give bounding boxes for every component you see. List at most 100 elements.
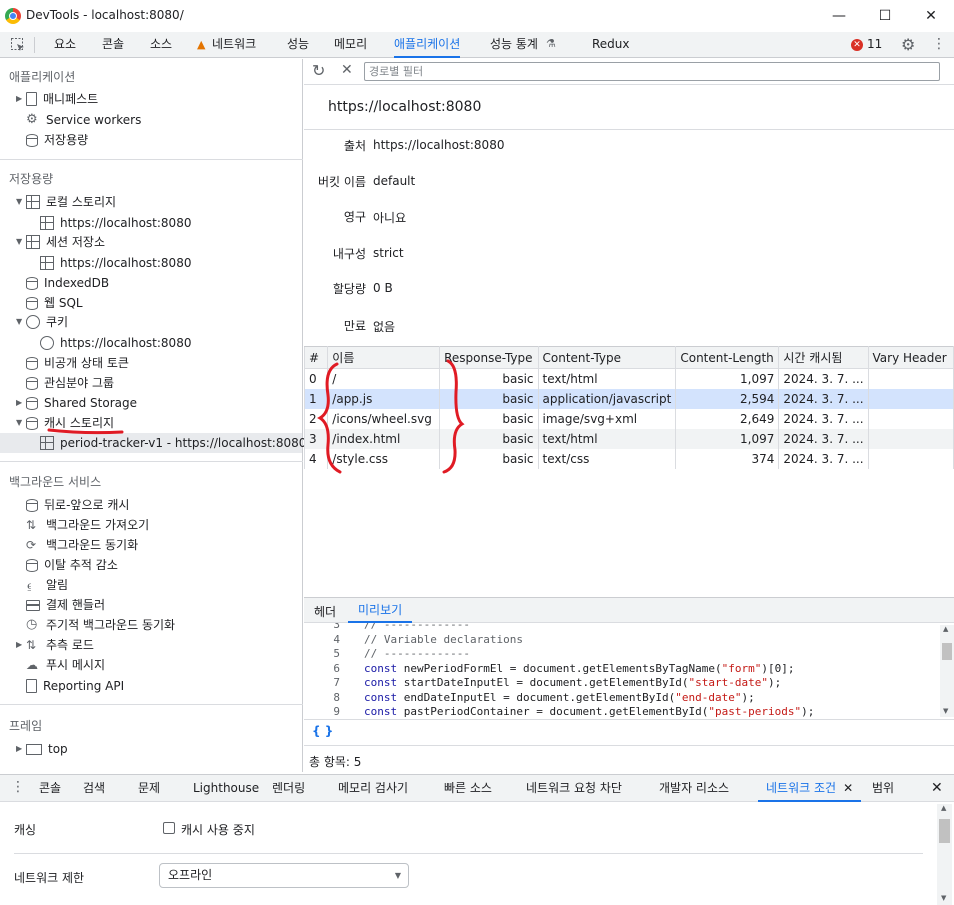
table-row[interactable]: 2/icons/wheel.svg basic image/svg+xml 2,649…	[303, 408, 954, 429]
sidebar-item-local-storage[interactable]: ▼ 로컬 스토리지	[16, 193, 116, 211]
tab-redux[interactable]: Redux	[592, 32, 630, 58]
drawer-tab-search[interactable]: 검색	[83, 775, 105, 802]
filter-by-path-input[interactable]: 경로별 필터	[364, 62, 940, 81]
close-drawer-icon[interactable]: ✕	[931, 780, 943, 796]
sidebar-item-notifications[interactable]: ⍷ 알림	[26, 576, 68, 594]
sidebar-item-websql[interactable]: 웹 SQL	[26, 294, 83, 312]
tab-application[interactable]: 애플리케이션	[394, 32, 461, 58]
scroll-up-icon[interactable]: ▲	[943, 625, 948, 633]
more-options-icon[interactable]: ⋮	[932, 36, 946, 52]
tab-performance[interactable]: 성능	[287, 32, 309, 58]
tab-headers[interactable]: 헤더	[314, 603, 336, 620]
drawer-tab-console[interactable]: 콘솔	[39, 775, 61, 802]
column-header-response-type[interactable]: Response-Type	[439, 346, 539, 369]
column-header-index[interactable]: #	[303, 346, 329, 369]
network-throttling-select[interactable]: 오프라인 ▼	[159, 863, 409, 888]
sidebar-item-private-state-tokens[interactable]: 비공개 상태 토큰	[26, 354, 129, 372]
drawer-tab-developer-resources[interactable]: 개발자 리소스	[659, 775, 729, 802]
tab-network[interactable]: 네트워크	[212, 32, 256, 58]
scroll-down-icon[interactable]: ▼	[943, 707, 948, 715]
table-row[interactable]: 4/style.css basic text/css 374 2024. 3. 7. .…	[303, 448, 954, 469]
sidebar-item-reporting-api[interactable]: Reporting API	[26, 677, 124, 695]
drawer-tab-coverage[interactable]: 범위	[872, 775, 894, 802]
drawer-tab-network-request-blocking[interactable]: 네트워크 요청 차단	[526, 775, 622, 802]
code-scrollbar[interactable]: ▲ ▼	[940, 625, 954, 717]
sidebar-item-manifest[interactable]: ▶ 매니페스트	[16, 90, 98, 108]
tab-elements[interactable]: 요소	[54, 32, 76, 58]
sidebar-item-shared-storage[interactable]: ▶ Shared Storage	[16, 394, 137, 412]
column-header-content-length[interactable]: Content-Length	[675, 346, 780, 369]
collapse-arrow-icon[interactable]: ▼	[16, 313, 26, 331]
sidebar-item-bfcache[interactable]: 뒤로-앞으로 캐시	[26, 496, 129, 514]
expand-arrow-icon[interactable]: ▶	[16, 394, 26, 412]
tab-console[interactable]: 콘솔	[102, 32, 124, 58]
collapse-arrow-icon[interactable]: ▼	[16, 414, 26, 432]
sidebar-item-bounce-tracking[interactable]: 이탈 추적 감소	[26, 556, 118, 574]
drawer-tab-quick-source[interactable]: 빠른 소스	[444, 775, 492, 802]
sidebar-item-indexeddb[interactable]: IndexedDB	[26, 274, 109, 292]
drawer-tab-lighthouse[interactable]: Lighthouse	[193, 775, 259, 802]
sidebar-item-cache-storage[interactable]: ▼ 캐시 스토리지	[16, 414, 114, 432]
warning-icon: ▲	[197, 38, 206, 51]
drawer-tab-issues[interactable]: 문제	[138, 775, 160, 802]
sidebar-item-payment-handler[interactable]: 결제 핸들러	[26, 596, 105, 614]
error-icon[interactable]: ✕	[851, 39, 863, 51]
panel-scrollbar[interactable]: ▲ ▼	[937, 804, 952, 905]
drawer-tab-memory-inspector[interactable]: 메모리 검사기	[338, 775, 408, 802]
chrome-logo-icon	[5, 8, 21, 24]
sync-icon: ⟳	[26, 538, 37, 552]
disable-cache-checkbox[interactable]	[163, 822, 175, 834]
sidebar-item-session-storage-origin[interactable]: https://localhost:8080	[40, 254, 191, 272]
sidebar-item-storage[interactable]: 저장용량	[26, 131, 88, 149]
table-row[interactable]: 0/basic text/html 1,097 2024. 3. 7. ...	[303, 368, 954, 389]
sidebar-item-service-workers[interactable]: ⚙ Service workers	[26, 111, 141, 129]
tab-sources[interactable]: 소스	[150, 32, 172, 58]
refresh-icon[interactable]: ↻	[312, 61, 325, 80]
expand-arrow-icon[interactable]: ▶	[16, 90, 26, 108]
table-row[interactable]: 3/index.html basic text/html 1,097 2024. 3. …	[303, 428, 954, 449]
sidebar-item-session-storage[interactable]: ▼ 세션 저장소	[16, 233, 105, 251]
column-header-vary-header[interactable]: Vary Header	[867, 346, 954, 369]
scroll-up-icon[interactable]: ▲	[941, 804, 946, 812]
sidebar-item-frame-top[interactable]: ▶ top	[16, 740, 68, 758]
sidebar-item-background-sync[interactable]: ⟳ 백그라운드 동기화	[26, 536, 138, 554]
close-window-button[interactable]: ✕	[908, 0, 954, 32]
maximize-button[interactable]: ☐	[862, 0, 908, 32]
detail-label-durability: 내구성	[332, 247, 366, 261]
sidebar-item-local-storage-origin[interactable]: https://localhost:8080	[40, 214, 191, 232]
column-header-content-type[interactable]: Content-Type	[537, 346, 677, 369]
column-header-name[interactable]: 이름	[327, 346, 441, 369]
sidebar-item-periodic-sync[interactable]: ◷ 주기적 백그라운드 동기화	[26, 616, 175, 634]
drawer-menu-icon[interactable]: ⋮	[11, 779, 25, 795]
tab-preview[interactable]: 미리보기	[348, 598, 413, 623]
table-row[interactable]: 1/app.js basic application/javascript 2,594…	[303, 388, 954, 409]
expand-arrow-icon[interactable]: ▶	[16, 636, 26, 654]
inspect-element-icon[interactable]	[10, 37, 26, 53]
settings-gear-icon[interactable]: ⚙	[901, 35, 915, 54]
tab-memory[interactable]: 메모리	[334, 32, 367, 58]
sidebar-item-push-messaging[interactable]: ☁ 푸시 메시지	[26, 656, 105, 674]
tab-performance-insights[interactable]: 성능 통계	[490, 32, 538, 58]
collapse-arrow-icon[interactable]: ▼	[16, 193, 26, 211]
sidebar-item-cookies[interactable]: ▼ 쿠키	[16, 313, 68, 331]
scroll-down-icon[interactable]: ▼	[941, 894, 946, 902]
column-header-time-cached[interactable]: 시간 캐시됨	[778, 346, 869, 369]
pretty-print-icon[interactable]: { }	[312, 724, 333, 738]
sidebar-item-interest-groups[interactable]: 관심분야 그룹	[26, 374, 114, 392]
expand-arrow-icon[interactable]: ▶	[16, 740, 26, 758]
minimize-button[interactable]: —	[816, 0, 862, 32]
close-tab-icon[interactable]: ✕	[843, 781, 853, 795]
sidebar-item-cookies-origin[interactable]: https://localhost:8080	[40, 334, 191, 352]
scrollbar-thumb[interactable]	[942, 643, 952, 660]
sidebar-item-cache-period-tracker[interactable]: period-tracker-v1 - https://localhost:80…	[40, 434, 310, 452]
sidebar-item-speculative-loads[interactable]: ▶ ⇅ 추측 로드	[16, 636, 94, 654]
code-line: 4// Variable declarations	[333, 632, 523, 646]
sidebar-item-background-fetch[interactable]: ⇅ 백그라운드 가져오기	[26, 516, 149, 534]
error-count[interactable]: 11	[867, 37, 882, 51]
drawer-tab-rendering[interactable]: 렌더링	[272, 775, 305, 802]
disable-cache-label[interactable]: 캐시 사용 중지	[181, 821, 255, 838]
clear-icon[interactable]: ✕	[341, 62, 353, 78]
drawer-tab-network-conditions[interactable]: 네트워크 조건 ✕	[758, 775, 862, 802]
collapse-arrow-icon[interactable]: ▼	[16, 233, 26, 251]
scrollbar-thumb[interactable]	[939, 819, 950, 843]
